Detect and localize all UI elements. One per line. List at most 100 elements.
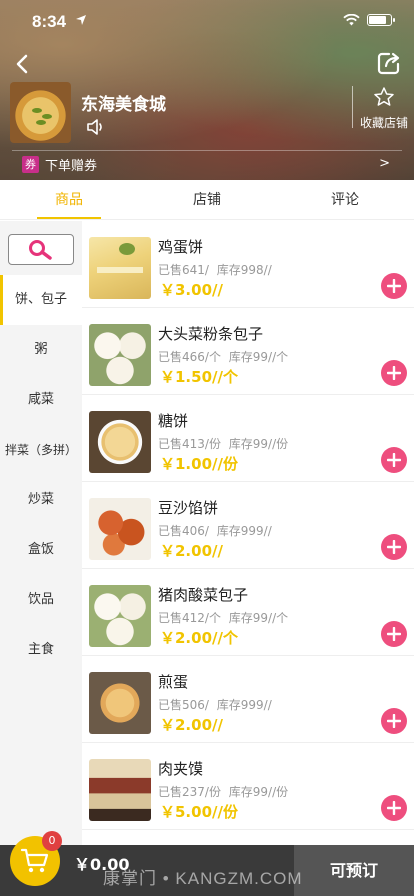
product-image [89, 585, 151, 647]
plus-icon [387, 801, 401, 815]
wifi-icon [343, 14, 360, 26]
category-item[interactable]: 拌菜（多拼） [0, 425, 82, 475]
product-image [89, 672, 151, 734]
product-meta: 已售412/个 库存99//个 [158, 609, 288, 626]
promo-text: 下单赠券 [45, 159, 98, 174]
back-button[interactable] [8, 50, 36, 78]
product-item[interactable]: 猪肉酸菜包子 已售412/个 库存99//个 ￥2.00//个 [82, 569, 414, 656]
add-to-cart-button[interactable] [381, 708, 407, 734]
product-sold: 已售237/份 [158, 785, 221, 799]
status-time: 8:34 [32, 12, 67, 31]
product-image [89, 411, 151, 473]
plus-icon [387, 453, 401, 467]
product-image [89, 324, 151, 386]
favorite-label: 收藏店铺 [359, 116, 408, 130]
search-button[interactable] [8, 234, 74, 265]
product-stock: 库存99//个 [228, 350, 289, 364]
product-meta: 已售413/份 库存99//份 [158, 435, 288, 452]
product-sold: 已售466/个 [158, 350, 221, 364]
plus-icon [387, 627, 401, 641]
product-stock: 库存998// [216, 263, 272, 277]
plus-icon [387, 366, 401, 380]
product-stock: 库存999// [216, 698, 272, 712]
product-item[interactable]: 大头菜粉条包子 已售466/个 库存99//个 ￥1.50//个 [82, 308, 414, 395]
product-image [89, 237, 151, 299]
promo-arrow-icon: > [379, 156, 390, 171]
product-name: 猪肉酸菜包子 [158, 586, 249, 604]
product-item[interactable]: 煎蛋 已售506/ 库存999// ￥2.00// [82, 656, 414, 743]
product-meta: 已售237/份 库存99//份 [158, 783, 288, 800]
checkout-button[interactable]: 可预订 [294, 845, 414, 896]
product-name: 肉夹馍 [158, 760, 204, 778]
tab-reviews[interactable]: 评论 [276, 180, 414, 219]
battery-icon [367, 14, 395, 26]
product-name: 鸡蛋饼 [158, 238, 204, 256]
product-list: 鸡蛋饼 已售641/ 库存998// ￥3.00// 大头菜粉条包子 已售466… [82, 221, 414, 845]
promo-coupon-row[interactable]: 券 下单赠券 > [0, 150, 414, 178]
favorite-store-button[interactable]: 收藏店铺 [358, 86, 410, 131]
category-item[interactable]: 粥 [0, 325, 82, 375]
store-logo [10, 82, 71, 143]
product-item[interactable]: 豆沙馅饼 已售406/ 库存999// ￥2.00// [82, 482, 414, 569]
star-icon [374, 87, 394, 106]
add-to-cart-button[interactable] [381, 795, 407, 821]
product-sold: 已售506/ [158, 698, 209, 712]
store-header: 8:34 东海美食城 收藏店铺 券 下单赠券 > [0, 0, 414, 180]
product-price: ￥2.00// [160, 716, 223, 734]
product-name: 大头菜粉条包子 [158, 325, 264, 343]
product-stock: 库存99//份 [228, 437, 289, 451]
add-to-cart-button[interactable] [381, 621, 407, 647]
status-indicators [343, 14, 395, 26]
product-name: 糖饼 [158, 412, 189, 430]
favorite-divider [352, 86, 353, 128]
speaker-icon[interactable] [86, 118, 106, 136]
watermark: 康掌门 • KANGZM.COM [103, 869, 303, 888]
product-meta: 已售506/ 库存999// [158, 696, 272, 713]
plus-icon [387, 279, 401, 293]
product-image [89, 759, 151, 821]
category-sidebar: 饼、包子 粥 咸菜 拌菜（多拼） 炒菜 盒饭 饮品 主食 [0, 221, 82, 845]
product-item[interactable]: 糖饼 已售413/份 库存99//份 ￥1.00//份 [82, 395, 414, 482]
product-price: ￥1.00//份 [160, 455, 238, 473]
add-to-cart-button[interactable] [381, 447, 407, 473]
plus-icon [387, 540, 401, 554]
category-item[interactable]: 炒菜 [0, 475, 82, 525]
product-meta: 已售641/ 库存998// [158, 261, 272, 278]
shopping-cart-icon [20, 848, 49, 873]
add-to-cart-button[interactable] [381, 534, 407, 560]
product-item[interactable]: 肉夹馍 已售237/份 库存99//份 ￥5.00//份 [82, 743, 414, 830]
category-item[interactable]: 主食 [0, 625, 82, 675]
cart-count-badge: 0 [42, 831, 62, 851]
product-stock: 库存999// [216, 524, 272, 538]
share-button[interactable] [376, 50, 404, 78]
add-to-cart-button[interactable] [381, 360, 407, 386]
share-icon [377, 52, 400, 75]
product-sold: 已售413/份 [158, 437, 221, 451]
category-item[interactable]: 咸菜 [0, 375, 82, 425]
category-item[interactable]: 饼、包子 [0, 275, 82, 325]
search-icon [29, 239, 52, 260]
product-stock: 库存99//个 [228, 611, 289, 625]
product-sold: 已售641/ [158, 263, 209, 277]
product-price: ￥5.00//份 [160, 803, 238, 821]
add-to-cart-button[interactable] [381, 273, 407, 299]
coupon-badge: 券 [22, 156, 39, 173]
product-price: ￥2.00// [160, 542, 223, 560]
product-name: 豆沙馅饼 [158, 499, 219, 517]
tab-store[interactable]: 店铺 [138, 180, 276, 219]
status-bar: 8:34 [0, 0, 414, 44]
category-item[interactable]: 盒饭 [0, 525, 82, 575]
product-sold: 已售412/个 [158, 611, 221, 625]
store-name: 东海美食城 [81, 95, 166, 115]
product-image [89, 498, 151, 560]
product-price: ￥1.50//个 [160, 368, 238, 386]
product-price: ￥2.00//个 [160, 629, 238, 647]
product-item[interactable]: 鸡蛋饼 已售641/ 库存998// ￥3.00// [82, 221, 414, 308]
category-item[interactable]: 饮品 [0, 575, 82, 625]
product-sold: 已售406/ [158, 524, 209, 538]
promo-divider [12, 150, 402, 151]
tab-bar: 商品 店铺 评论 [0, 180, 414, 220]
plus-icon [387, 714, 401, 728]
location-arrow-icon [76, 15, 86, 25]
tab-products[interactable]: 商品 [0, 180, 138, 219]
